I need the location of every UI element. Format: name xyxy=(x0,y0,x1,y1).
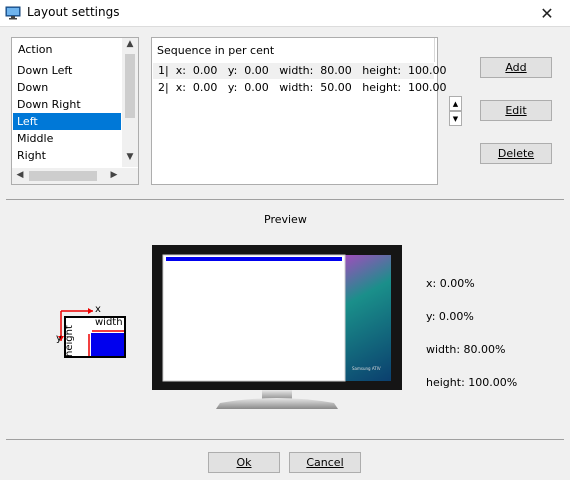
selected-region-bar xyxy=(166,257,342,261)
action-list[interactable]: Action Down Left Down Down Right Left Mi… xyxy=(11,37,139,185)
table-row[interactable]: 2| x: 0.00 y: 0.00 width: 50.00 height: … xyxy=(153,80,447,96)
sequence-table[interactable]: Sequence in per cent 1| x: 0.00 y: 0.00 … xyxy=(151,37,447,185)
top-separator xyxy=(6,199,564,200)
delete-button-label: Delete xyxy=(497,147,535,160)
scroll-thumb[interactable] xyxy=(29,171,97,181)
preview-title: Preview xyxy=(264,213,307,226)
edit-button-label: Edit xyxy=(505,104,527,117)
sequence-header: Sequence in per cent xyxy=(157,44,275,57)
bottom-separator xyxy=(6,439,564,440)
delete-button[interactable]: Delete xyxy=(480,143,552,164)
brand-label: Samsung ATIV xyxy=(352,366,381,371)
scroll-up-icon[interactable]: ▲ xyxy=(122,39,138,49)
add-button-label: Add xyxy=(505,61,527,74)
edit-button[interactable]: Edit xyxy=(480,100,552,121)
scroll-down-icon[interactable]: ▼ xyxy=(122,152,138,162)
preview-monitor xyxy=(152,245,402,409)
preview-y: y: 0.00% xyxy=(426,310,474,323)
action-list-header: Action xyxy=(18,43,53,56)
legend-width: width xyxy=(95,317,123,328)
horizontal-scrollbar[interactable]: ◀ ▶ xyxy=(12,168,122,184)
list-item[interactable]: Right xyxy=(13,147,121,164)
move-up-button[interactable]: ▲ xyxy=(449,96,462,111)
title-bar: Layout settings ✕ xyxy=(0,0,570,27)
legend-height: height xyxy=(64,325,75,357)
list-item[interactable]: Down Right xyxy=(13,96,121,113)
scroll-right-icon[interactable]: ▶ xyxy=(108,170,120,180)
cancel-button-label: Cancel xyxy=(306,456,344,469)
scroll-corner xyxy=(122,168,138,184)
header-divider xyxy=(434,38,435,62)
window-title: Layout settings xyxy=(27,5,120,19)
list-item[interactable]: Middle xyxy=(13,130,121,147)
scroll-left-icon[interactable]: ◀ xyxy=(14,170,26,180)
list-item[interactable]: Down xyxy=(13,79,121,96)
preview-width: width: 80.00% xyxy=(426,343,506,356)
legend-x: x xyxy=(95,304,101,315)
table-row[interactable]: 1| x: 0.00 y: 0.00 width: 80.00 height: … xyxy=(153,63,447,79)
monitor-app-icon xyxy=(5,6,21,20)
list-item-selected[interactable]: Left xyxy=(13,113,121,130)
list-item[interactable]: Down Left xyxy=(13,62,121,79)
preview-height: height: 100.00% xyxy=(426,376,518,389)
ok-button-label: Ok xyxy=(236,456,252,469)
vertical-scrollbar[interactable]: ▲ ▼ xyxy=(122,38,138,167)
scroll-thumb[interactable] xyxy=(125,54,135,118)
close-icon[interactable]: ✕ xyxy=(524,0,570,26)
move-down-button[interactable]: ▼ xyxy=(449,111,462,126)
legend-y: y xyxy=(56,333,62,344)
cancel-button[interactable]: Cancel xyxy=(289,452,361,473)
preview-x: x: 0.00% xyxy=(426,277,475,290)
add-button[interactable]: Add xyxy=(480,57,552,78)
ok-button[interactable]: Ok xyxy=(208,452,280,473)
